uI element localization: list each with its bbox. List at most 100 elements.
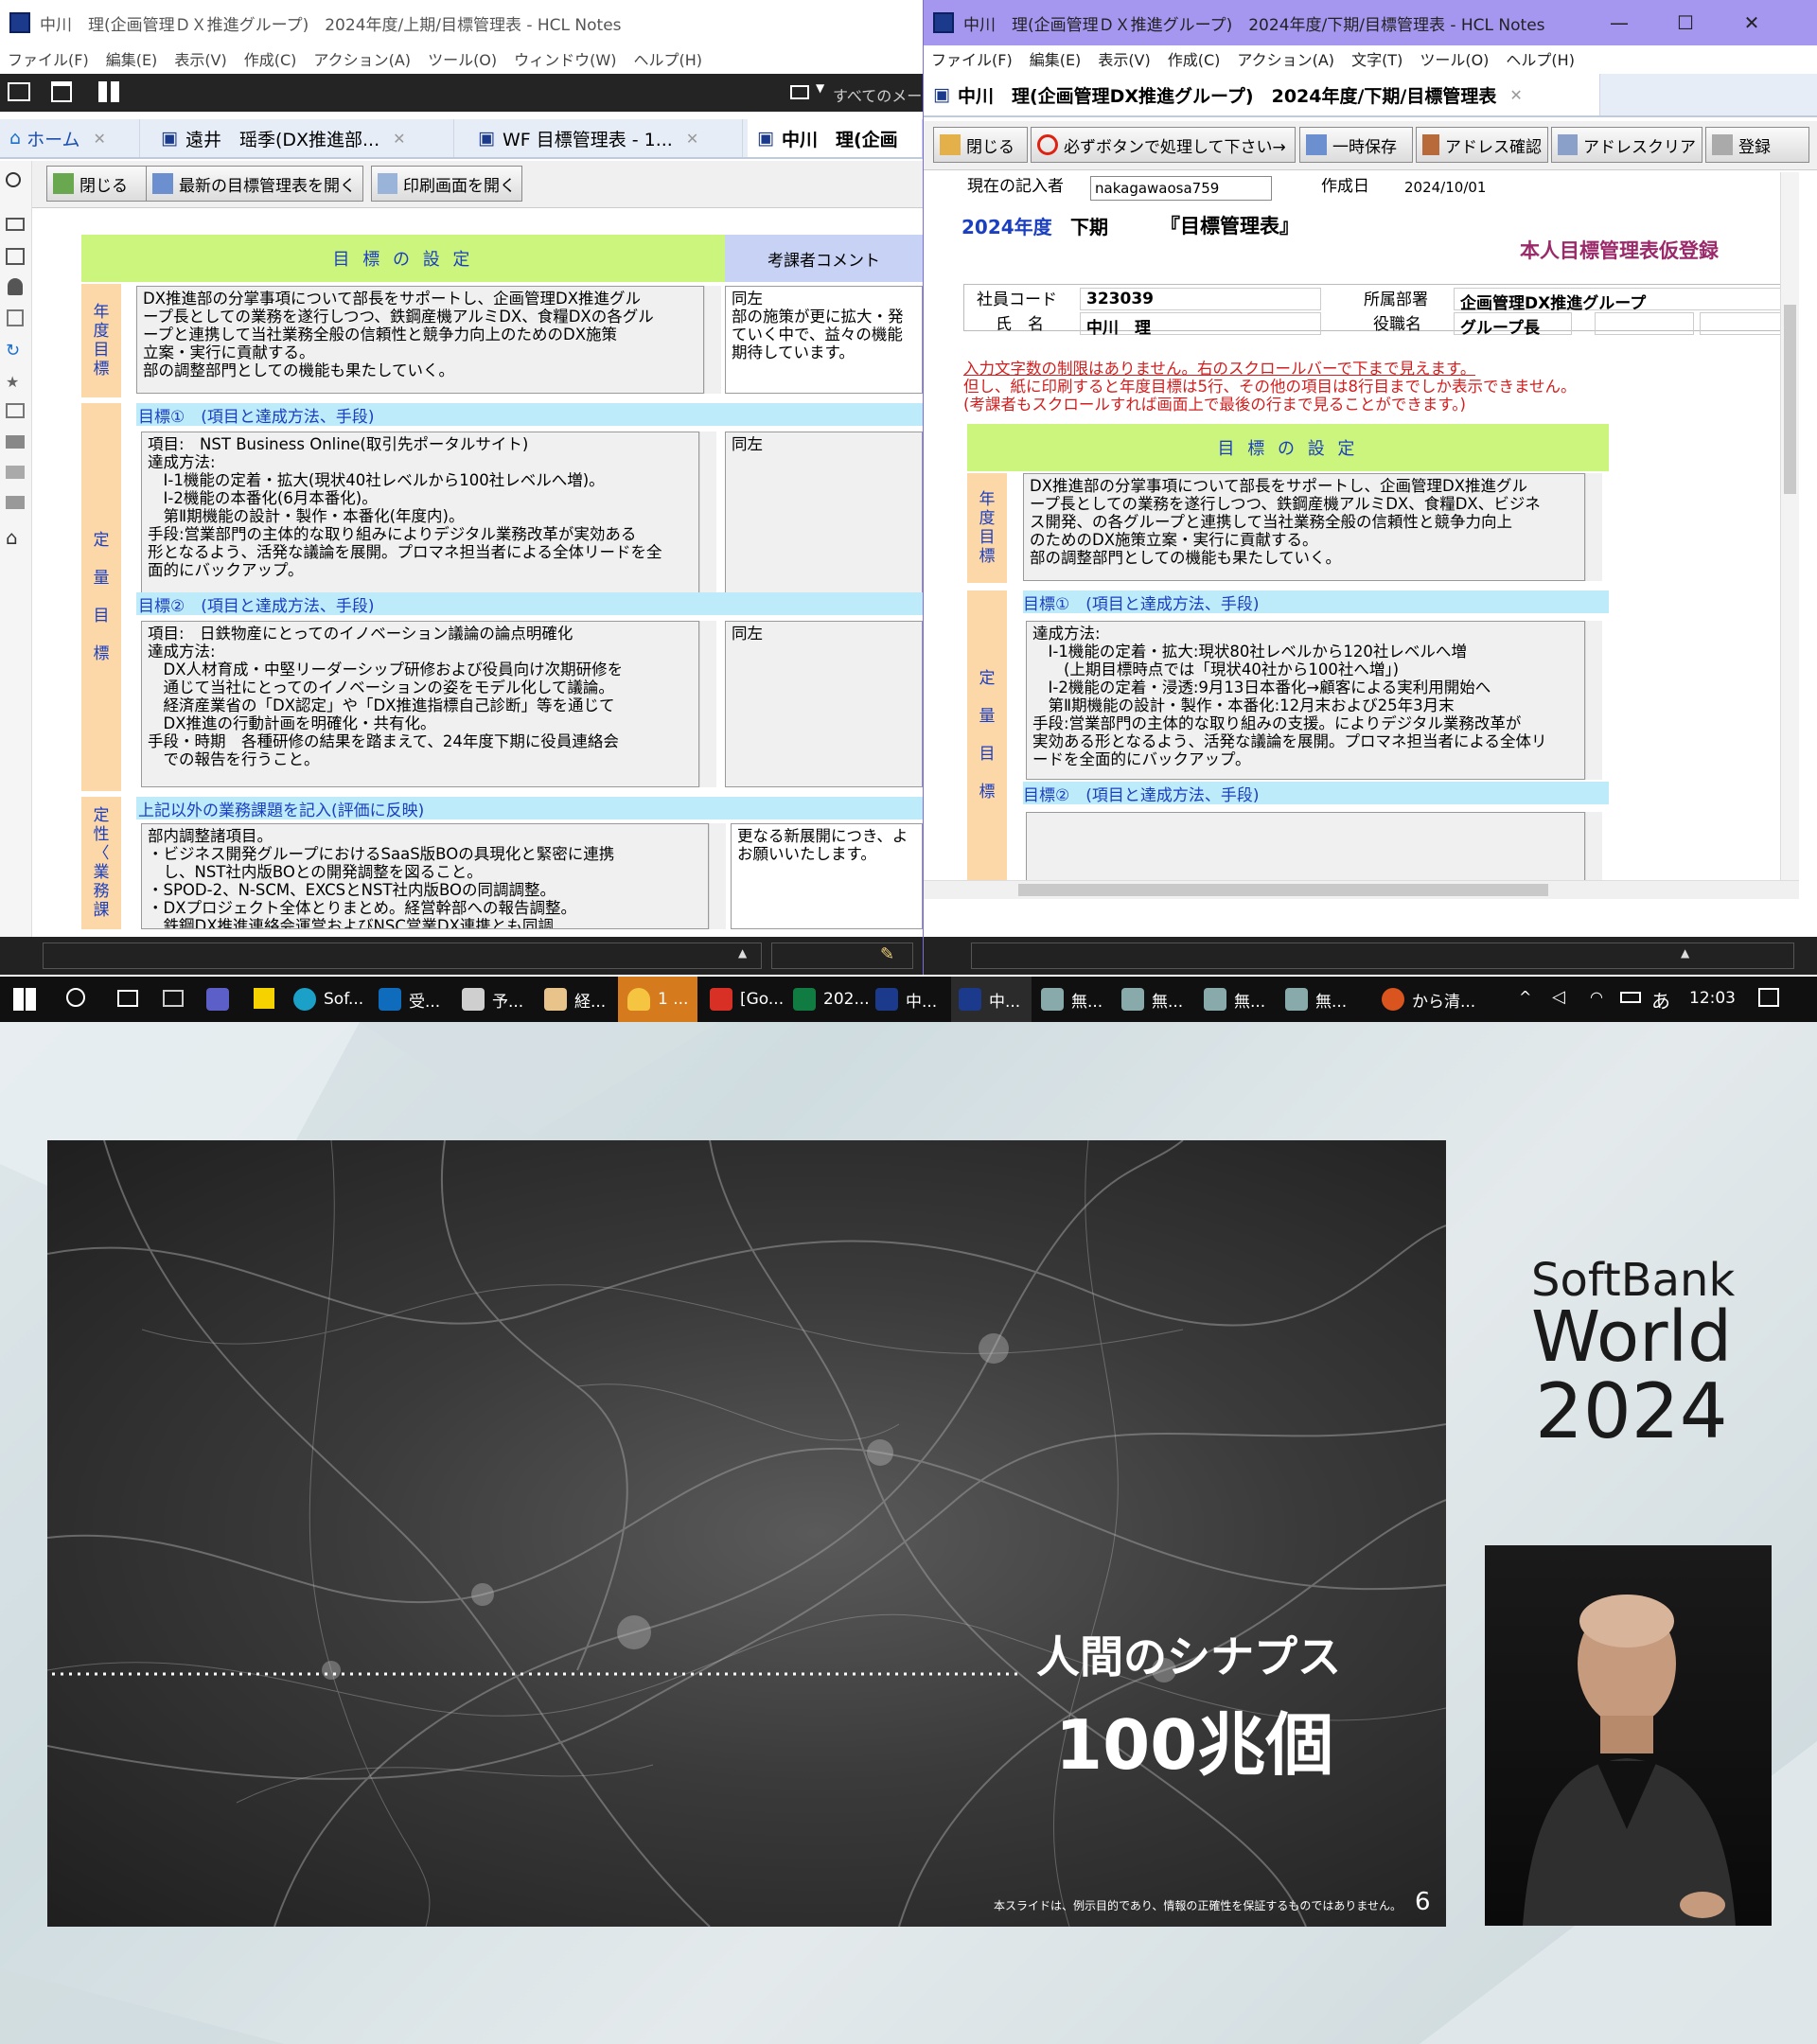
annual-comment-textarea[interactable]: 同左 部の施策が更に拡大・発 ていく中で、益々の機能 期待しています。: [725, 286, 923, 394]
envelope-icon[interactable]: [790, 85, 809, 99]
chevron-up-icon[interactable]: ▲: [1681, 946, 1689, 960]
taskbar-item-pdf[interactable]: [Go...: [710, 977, 790, 1022]
tab-document-3[interactable]: ▣ 中川 理(企画: [748, 119, 923, 157]
tab-document-1[interactable]: ▣ 遠井 瑶季(DX推進部... ✕: [151, 119, 454, 157]
taskbar-item-untitled-1[interactable]: 無...: [1041, 977, 1119, 1022]
menu-action[interactable]: アクション(A): [1237, 47, 1334, 70]
taskbar-notification-app[interactable]: から清...: [1382, 977, 1509, 1022]
scrollbar[interactable]: [704, 286, 721, 394]
menu-file[interactable]: ファイル(F): [931, 47, 1013, 70]
print-view-button[interactable]: 印刷画面を開く: [371, 166, 522, 202]
tab-current-document[interactable]: ▣ 中川 理(企画管理DX推進グループ) 2024年度/下期/目標管理表 ✕: [924, 74, 1600, 115]
open-latest-button[interactable]: 最新の目標管理表を開く: [146, 166, 363, 202]
action-center-icon[interactable]: [1758, 988, 1779, 1007]
todo-icon[interactable]: [7, 309, 24, 326]
annual-goal-textarea[interactable]: DX推進部の分掌事項について部長をサポートし、企画管理DX推進グル ープ長として…: [136, 286, 704, 394]
menu-help[interactable]: ヘルプ(H): [1506, 47, 1575, 70]
calendar-icon[interactable]: [51, 81, 72, 102]
must-use-buttons-notice[interactable]: 必ずボタンで処理して下さい→: [1031, 127, 1296, 163]
home-icon[interactable]: ⌂: [6, 526, 18, 549]
horizontal-scrollbar[interactable]: [924, 880, 1799, 899]
scrollbar[interactable]: [699, 432, 716, 598]
menu-file[interactable]: ファイル(F): [8, 47, 89, 70]
taskbar-item-untitled-4[interactable]: 無...: [1285, 977, 1363, 1022]
monitor-icon[interactable]: [6, 403, 25, 418]
menu-window[interactable]: ウィンドウ(W): [514, 47, 616, 70]
close-button[interactable]: 閉じる: [933, 127, 1028, 163]
close-icon[interactable]: ✕: [94, 130, 106, 148]
teams-icon[interactable]: [206, 988, 229, 1011]
taskbar-item-schedule[interactable]: 予...: [462, 977, 538, 1022]
goal2-textarea[interactable]: [1026, 812, 1585, 880]
volume-icon[interactable]: ◁: [1552, 987, 1565, 1007]
sticky-notes-icon[interactable]: [254, 988, 274, 1009]
contacts-icon[interactable]: [8, 278, 23, 295]
tab-document-2[interactable]: ▣ WF 目標管理表 - 1... ✕: [468, 119, 743, 157]
mail-search-input[interactable]: すべてのメール: [833, 83, 923, 106]
vertical-scrollbar[interactable]: [1780, 172, 1799, 880]
menu-view[interactable]: 表示(V): [174, 47, 226, 70]
mail-icon[interactable]: [8, 82, 30, 101]
scrollbar[interactable]: [1585, 812, 1602, 880]
maximize-button[interactable]: ☐: [1652, 0, 1719, 45]
blank-field[interactable]: [1595, 312, 1694, 335]
edit-pencil-icon[interactable]: ✎: [880, 944, 894, 964]
dept-field[interactable]: 企画管理DX推進グループ: [1454, 288, 1799, 313]
address-clear-button[interactable]: アドレスクリア: [1551, 127, 1702, 163]
battery-icon[interactable]: [1620, 992, 1641, 1003]
emp-code-field[interactable]: 323039: [1080, 288, 1321, 310]
save-draft-button[interactable]: 一時保存: [1299, 127, 1413, 163]
other-comment-textarea[interactable]: 更なる新展開につき、よ お願いいたします。: [731, 823, 923, 929]
folder-star-icon[interactable]: ★: [6, 373, 19, 391]
dropdown-chevron-icon[interactable]: ▼: [816, 81, 824, 95]
scrollbar[interactable]: [709, 823, 726, 929]
menu-view[interactable]: 表示(V): [1098, 47, 1150, 70]
goal2-comment-textarea[interactable]: 同左: [725, 621, 923, 787]
close-icon[interactable]: ✕: [1509, 86, 1522, 104]
name-field[interactable]: 中川 理: [1080, 312, 1321, 338]
wifi-icon[interactable]: ◠: [1590, 988, 1603, 1006]
menu-action[interactable]: アクション(A): [313, 47, 411, 70]
menu-tools[interactable]: ツール(O): [428, 47, 497, 70]
folder-icon[interactable]: [6, 466, 25, 479]
menu-create[interactable]: 作成(C): [1168, 47, 1221, 70]
minimize-button[interactable]: —: [1586, 0, 1652, 45]
windows-start-icon[interactable]: [13, 988, 36, 1011]
search-icon[interactable]: [6, 172, 21, 187]
folder-icon[interactable]: [6, 435, 25, 449]
scrollbar[interactable]: [699, 621, 716, 787]
tab-home[interactable]: ⌂ ホーム ✕: [0, 119, 140, 157]
other-tasks-textarea[interactable]: 部内調整諸項目。 ・ビジネス開発グループにおけるSaaS版BOの具現化と緊密に連…: [141, 823, 709, 929]
task-view-icon[interactable]: [117, 990, 138, 1007]
scroll-thumb[interactable]: [1018, 884, 1548, 896]
address-check-button[interactable]: アドレス確認: [1416, 127, 1548, 163]
taskbar-item-untitled-2[interactable]: 無...: [1121, 977, 1199, 1022]
menu-tools[interactable]: ツール(O): [1420, 47, 1489, 70]
menu-text[interactable]: 文字(T): [1351, 47, 1402, 70]
menu-edit[interactable]: 編集(E): [1030, 47, 1082, 70]
scrollbar[interactable]: [1585, 621, 1602, 780]
taskbar-item-notification[interactable]: 1 ...: [618, 977, 697, 1022]
taskbar-item-mail[interactable]: 経...: [544, 977, 620, 1022]
chevron-up-icon[interactable]: ▲: [738, 946, 747, 960]
sync-icon[interactable]: ↻: [6, 341, 20, 361]
calendar-icon[interactable]: [6, 248, 25, 265]
goal1-comment-textarea[interactable]: 同左: [725, 432, 923, 598]
annual-goal-textarea[interactable]: DX推進部の分掌事項について部長をサポートし、企画管理DX推進グル ープ長として…: [1023, 473, 1585, 581]
role-field[interactable]: グループ長: [1454, 312, 1572, 338]
taskbar-item-notes-1[interactable]: 中...: [875, 977, 949, 1022]
goal2-textarea[interactable]: 項目: 日鉄物産にとってのイノベーション議論の論点明確化 達成方法: DX人材育…: [141, 621, 699, 787]
monitor-icon[interactable]: [163, 990, 184, 1007]
clock-time[interactable]: 12:03: [1689, 989, 1736, 1008]
menu-create[interactable]: 作成(C): [244, 47, 297, 70]
close-window-button[interactable]: ✕: [1719, 0, 1785, 45]
writer-input[interactable]: nakagawaosa759: [1090, 176, 1272, 201]
scrollbar[interactable]: [1585, 473, 1602, 581]
goal1-textarea[interactable]: 項目: NST Business Online(取引先ポータルサイト) 達成方法…: [141, 432, 699, 598]
scroll-thumb[interactable]: [1784, 305, 1796, 494]
taskbar-item-outlook[interactable]: 受...: [379, 977, 454, 1022]
goal1-textarea[interactable]: 達成方法: Ⅰ-1機能の定着・拡大:現状80社レベルから120社レベルへ増 (上…: [1026, 621, 1585, 780]
mail-icon[interactable]: [6, 218, 25, 231]
close-button[interactable]: 閉じる: [46, 166, 150, 202]
menu-edit[interactable]: 編集(E): [106, 47, 158, 70]
